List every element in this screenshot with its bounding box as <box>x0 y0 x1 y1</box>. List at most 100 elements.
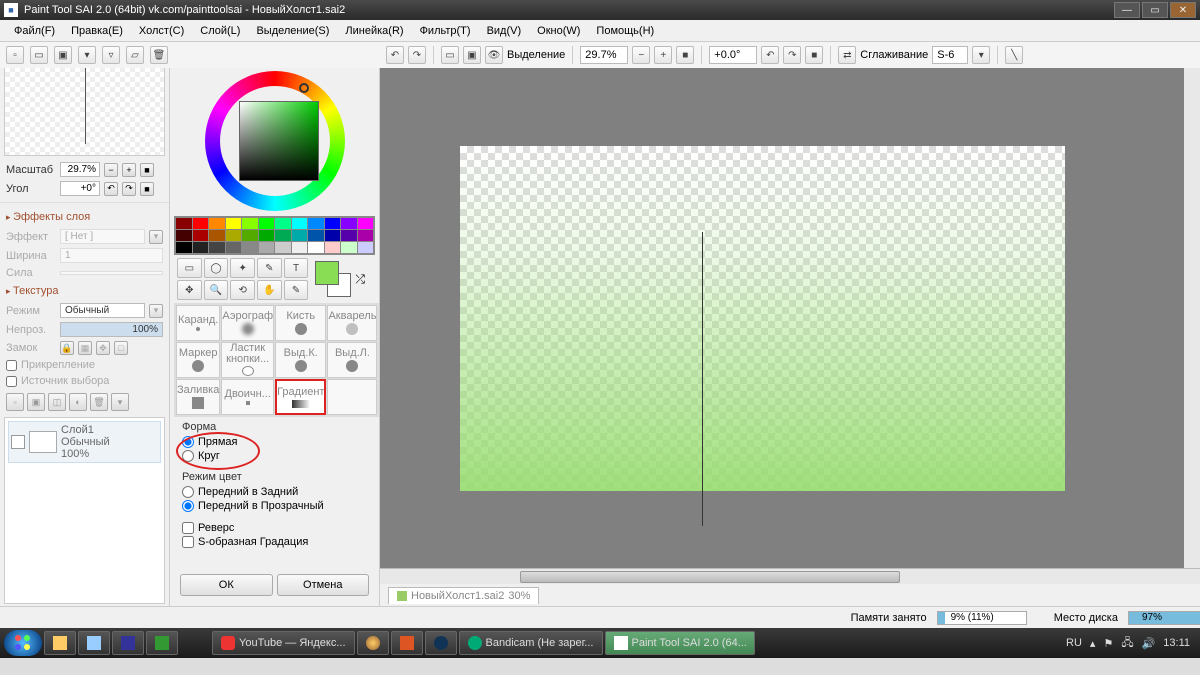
rotate-ccw-toolbar[interactable]: ↶ <box>761 46 779 64</box>
close-button[interactable]: ✕ <box>1170 2 1196 18</box>
transfer-down[interactable]: ▾ <box>78 46 96 64</box>
zoom-fit-toolbar[interactable]: ■ <box>676 46 694 64</box>
ok-button[interactable]: ОК <box>180 574 273 596</box>
rotate-reset-button[interactable]: ■ <box>140 182 154 196</box>
system-tray[interactable]: RU ▴ ⚑ 🖧 🔊 13:11 <box>1066 634 1196 653</box>
brush-selpen[interactable]: Выд.К. <box>275 342 326 378</box>
color-palette[interactable] <box>174 216 375 255</box>
layer-item[interactable]: Слой1 Обычный 100% <box>8 421 161 463</box>
brush-eraser[interactable]: Ластик кнопки... <box>221 342 274 378</box>
shape-circle-option[interactable]: Круг <box>182 449 367 463</box>
source-checkbox[interactable] <box>6 376 17 387</box>
smoothing-dropdown[interactable]: ▾ <box>972 46 990 64</box>
menu-file[interactable]: Файл(F) <box>6 22 63 40</box>
brush-brush[interactable]: Кисть <box>275 305 326 341</box>
selpen-tool[interactable]: ✎ <box>257 258 282 278</box>
blend-mode-dropdown[interactable]: ▾ <box>149 304 163 318</box>
text-tool[interactable]: T <box>284 258 309 278</box>
new-linework-layer[interactable]: ▭ <box>30 46 48 64</box>
redo-button[interactable]: ↷ <box>408 46 426 64</box>
delete-layer-button[interactable]: 🗑 <box>90 393 108 411</box>
merge-down[interactable]: ▿ <box>102 46 120 64</box>
menu-view[interactable]: Вид(V) <box>479 22 530 40</box>
pinned-notepad[interactable] <box>78 631 110 655</box>
zoom-in-button[interactable]: + <box>122 163 136 177</box>
fg-to-trans-option[interactable]: Передний в Прозрачный <box>182 499 367 513</box>
layer-visibility-toggle[interactable] <box>11 435 25 449</box>
brush-pencil[interactable]: Каранд. <box>176 305 220 341</box>
pinned-save[interactable] <box>112 631 144 655</box>
flip-h-button[interactable]: ⇄ <box>838 46 856 64</box>
reverse-checkbox[interactable]: Реверс <box>182 521 367 535</box>
effect-width-value[interactable]: 1 <box>60 248 163 263</box>
zoom-out-button[interactable]: − <box>104 163 118 177</box>
tray-lang[interactable]: RU <box>1066 637 1082 649</box>
lock-none-button[interactable]: □ <box>114 341 128 355</box>
effect-strength-value[interactable] <box>60 271 163 275</box>
menu-canvas[interactable]: Холст(C) <box>131 22 192 40</box>
tray-time[interactable]: 13:11 <box>1163 637 1190 649</box>
brush-binary[interactable]: Двоичн... <box>221 379 274 415</box>
eyedropper-tool[interactable]: ✎ <box>284 280 309 300</box>
opacity-slider[interactable]: 100% <box>60 322 163 337</box>
mask-button[interactable]: ◐ <box>69 393 87 411</box>
marquee-tool[interactable]: ▭ <box>177 258 202 278</box>
swap-colors-icon[interactable]: ⤮ <box>355 272 365 287</box>
new-raster-layer[interactable]: ▫ <box>6 46 24 64</box>
start-button[interactable] <box>4 630 42 656</box>
stabilizer-icon[interactable]: ╲ <box>1005 46 1023 64</box>
color-wheel[interactable] <box>174 66 375 216</box>
canvas[interactable] <box>460 146 1065 491</box>
pinned-explorer[interactable] <box>44 631 76 655</box>
pinned-media[interactable] <box>146 631 178 655</box>
menu-edit[interactable]: Правка(E) <box>63 22 131 40</box>
tray-network-icon[interactable]: 🖧 <box>1121 634 1133 653</box>
brush-empty[interactable] <box>327 379 377 415</box>
shape-line-option[interactable]: Прямая <box>182 435 367 449</box>
rotate-cw-toolbar[interactable]: ↷ <box>783 46 801 64</box>
rotate-tool[interactable]: ⟲ <box>230 280 255 300</box>
effect-value[interactable]: [ Нет ] <box>60 229 145 244</box>
brush-airbrush[interactable]: Аэрограф <box>221 305 274 341</box>
hand-tool[interactable]: ✋ <box>257 280 282 300</box>
tray-up-icon[interactable]: ▴ <box>1090 637 1096 650</box>
zoom-in-toolbar[interactable]: + <box>654 46 672 64</box>
delete-layer[interactable]: 🗑 <box>150 46 168 64</box>
zoom-out-toolbar[interactable]: − <box>632 46 650 64</box>
pin-checkbox[interactable] <box>6 360 17 371</box>
brush-watercolor[interactable]: Акварель <box>327 305 377 341</box>
task-steam[interactable] <box>425 631 457 655</box>
brush-marker[interactable]: Маркер <box>176 342 220 378</box>
clear-layer[interactable]: ▱ <box>126 46 144 64</box>
task-bandicam[interactable]: Bandicam (Не зарег... <box>459 631 603 655</box>
menu-selection[interactable]: Выделение(S) <box>248 22 337 40</box>
deselect-button[interactable]: ▭ <box>441 46 459 64</box>
new-layer-button[interactable]: ▫ <box>6 393 24 411</box>
s-curve-checkbox[interactable]: S-образная Градация <box>182 535 367 549</box>
invert-sel-button[interactable]: ▣ <box>463 46 481 64</box>
tray-volume-icon[interactable]: 🔊 <box>1142 637 1156 650</box>
canvas-viewport[interactable] <box>380 42 1200 568</box>
lasso-tool[interactable]: ◯ <box>204 258 229 278</box>
rotate-reset-toolbar[interactable]: ■ <box>805 46 823 64</box>
menu-window[interactable]: Окно(W) <box>529 22 588 40</box>
show-sel-button[interactable]: 👁 <box>485 46 503 64</box>
zoom-tool[interactable]: 🔍 <box>204 280 229 300</box>
menu-help[interactable]: Помощь(H) <box>588 22 662 40</box>
task-sai[interactable]: Paint Tool SAI 2.0 (64... <box>605 631 755 655</box>
task-ppt[interactable] <box>391 631 423 655</box>
brush-gradient[interactable]: Градиент <box>275 379 326 415</box>
lock-all-button[interactable]: 🔒 <box>60 341 74 355</box>
cancel-button[interactable]: Отмена <box>277 574 370 596</box>
smoothing-value[interactable]: S-6 <box>932 46 968 64</box>
tray-flag-icon[interactable]: ⚑ <box>1103 637 1113 650</box>
vertical-scrollbar[interactable] <box>1184 42 1200 568</box>
rotate-cw-button[interactable]: ↷ <box>122 182 136 196</box>
brush-seleraser[interactable]: Выд.Л. <box>327 342 377 378</box>
brush-bucket[interactable]: Заливка <box>176 379 220 415</box>
foreground-color-swatch[interactable] <box>315 261 339 285</box>
effect-dropdown-button[interactable]: ▾ <box>149 230 163 244</box>
angle-value[interactable]: +0° <box>60 181 100 196</box>
minimize-button[interactable]: — <box>1114 2 1140 18</box>
undo-button[interactable]: ↶ <box>386 46 404 64</box>
